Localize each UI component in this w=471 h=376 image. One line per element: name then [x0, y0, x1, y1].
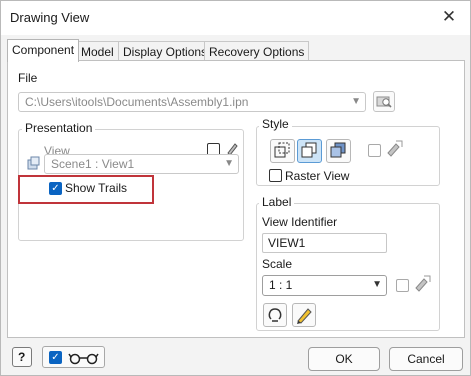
- drawing-view-dialog: Drawing View ✕ Component Model Display O…: [0, 0, 471, 376]
- file-path-combo[interactable]: C:\Users\itools\Documents\Assembly1.ipn …: [18, 92, 366, 112]
- scale-from-base-checkbox[interactable]: [396, 279, 409, 292]
- style-group-title: Style: [259, 117, 292, 131]
- scene-view-value: Scene1 : View1: [51, 157, 135, 171]
- style-from-base-icon: [387, 140, 403, 157]
- scale-combo[interactable]: 1 : 1 ▼: [262, 275, 387, 296]
- scene-icon: [27, 156, 40, 170]
- file-label: File: [18, 71, 38, 85]
- raster-view-checkbox[interactable]: [269, 169, 282, 182]
- chevron-down-icon: ▼: [351, 96, 361, 107]
- tab-model-label: Model: [81, 45, 114, 59]
- scene-view-combo[interactable]: Scene1 : View1 ▼: [44, 154, 239, 174]
- ok-button[interactable]: OK: [308, 347, 380, 371]
- help-button[interactable]: ?: [12, 347, 32, 367]
- tab-component[interactable]: Component: [7, 39, 80, 62]
- style-from-base-checkbox[interactable]: [368, 144, 381, 157]
- bulb-icon: [268, 308, 282, 322]
- ok-button-label: OK: [335, 352, 353, 366]
- edit-label-button[interactable]: [292, 303, 316, 327]
- view-identifier-input[interactable]: VIEW1: [262, 233, 387, 253]
- presentation-group-title: Presentation: [22, 121, 96, 135]
- cancel-button-label: Cancel: [407, 352, 445, 366]
- view-identifier-label: View Identifier: [262, 215, 338, 229]
- tab-component-label: Component: [12, 43, 75, 57]
- scale-label: Scale: [262, 257, 293, 271]
- footer-checkbox[interactable]: ✓: [49, 351, 62, 364]
- toggle-label-visibility-button[interactable]: [263, 303, 287, 327]
- folder-search-icon: [376, 96, 392, 108]
- tab-display-options-label: Display Options: [123, 45, 208, 59]
- cancel-button[interactable]: Cancel: [389, 347, 463, 371]
- hidden-line-icon: [274, 142, 290, 158]
- hidden-line-removed-icon: [301, 142, 317, 158]
- hidden-line-style-button[interactable]: [270, 139, 295, 163]
- scale-value: 1 : 1: [269, 278, 293, 292]
- title-bar: Drawing View ✕: [1, 1, 470, 35]
- browse-file-button[interactable]: [373, 91, 395, 112]
- tab-display-options[interactable]: Display Options: [118, 41, 213, 61]
- shaded-icon: [330, 142, 346, 158]
- glasses-icon: [68, 353, 99, 365]
- tab-model[interactable]: Model: [76, 41, 119, 61]
- dialog-title: Drawing View: [10, 10, 90, 25]
- chevron-down-icon: ▼: [224, 158, 234, 169]
- close-icon[interactable]: ✕: [436, 5, 462, 29]
- label-group-title: Label: [259, 195, 295, 209]
- pencil-icon: [297, 308, 312, 324]
- scale-from-base-icon: [415, 275, 431, 292]
- tab-recovery-options[interactable]: Recovery Options: [204, 41, 310, 61]
- show-trails-label: Show Trails: [65, 181, 128, 195]
- display-options-toggle-button[interactable]: ✓: [42, 346, 105, 368]
- shaded-style-button[interactable]: [326, 139, 351, 163]
- tab-recovery-options-label: Recovery Options: [209, 45, 305, 59]
- file-path-value: C:\Users\itools\Documents\Assembly1.ipn: [25, 95, 249, 109]
- chevron-down-icon: ▼: [372, 279, 382, 290]
- help-icon: ?: [18, 350, 26, 364]
- component-tab-panel: File C:\Users\itools\Documents\Assembly1…: [7, 60, 465, 338]
- view-identifier-value: VIEW1: [268, 236, 306, 250]
- raster-view-label: Raster View: [285, 169, 350, 183]
- hidden-line-removed-style-button[interactable]: [297, 139, 322, 163]
- show-trails-checkbox[interactable]: ✓: [49, 182, 62, 195]
